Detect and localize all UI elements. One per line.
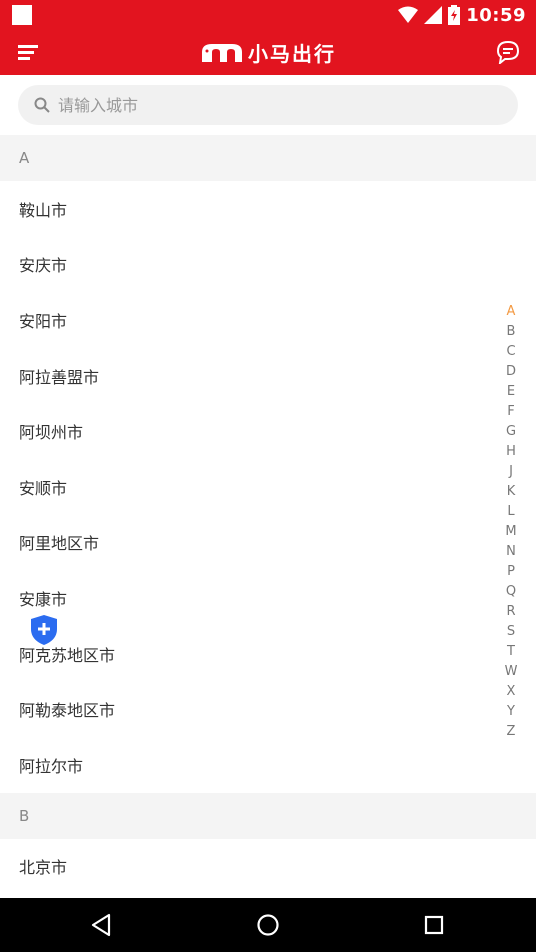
index-letter[interactable]: W <box>505 662 518 682</box>
index-letter[interactable]: X <box>507 682 516 702</box>
list-item[interactable]: 阿克苏地区市 <box>0 625 536 682</box>
list-item[interactable]: 阿拉尔市 <box>0 736 536 793</box>
chat-icon[interactable] <box>496 40 520 64</box>
index-letter[interactable]: Z <box>507 722 516 742</box>
list-item[interactable]: 阿坝州市 <box>0 403 536 459</box>
index-letter[interactable]: J <box>509 462 513 482</box>
index-letter[interactable]: L <box>507 502 514 522</box>
city-list[interactable]: A 鞍山市 安庆市 安阳市 阿拉善盟市 阿坝州市 安顺市 阿里地区市 安康市 阿… <box>0 135 536 898</box>
index-letter[interactable]: H <box>506 442 516 462</box>
home-icon[interactable] <box>254 911 282 939</box>
status-time: 10:59 <box>466 4 526 26</box>
list-item[interactable]: 北京市 <box>0 838 536 895</box>
index-letter[interactable]: E <box>507 382 515 402</box>
menu-icon[interactable] <box>18 42 40 62</box>
battery-icon <box>448 5 461 25</box>
back-icon[interactable] <box>88 911 116 939</box>
index-letter[interactable]: C <box>506 342 515 362</box>
app-bar: 小马出行 <box>0 30 536 75</box>
search-icon <box>34 97 50 113</box>
shield-plus-icon[interactable] <box>30 614 58 646</box>
index-letter[interactable]: P <box>507 562 515 582</box>
recents-icon[interactable] <box>420 911 448 939</box>
index-letter[interactable]: Y <box>507 702 515 722</box>
logo-text: 小马出行 <box>248 42 336 66</box>
list-item[interactable]: 阿勒泰地区市 <box>0 681 536 737</box>
search-box[interactable] <box>18 85 518 125</box>
alphabet-index[interactable]: A B C D E F G H J K L M N P Q R S T W X … <box>504 302 518 742</box>
notification-icon <box>12 5 32 25</box>
index-letter[interactable]: D <box>506 362 516 382</box>
index-letter[interactable]: F <box>507 402 514 422</box>
wifi-icon <box>398 6 419 23</box>
index-letter[interactable]: B <box>507 322 516 342</box>
status-icons: 10:59 <box>398 3 526 27</box>
index-letter[interactable]: Q <box>506 582 516 602</box>
status-bar: 10:59 <box>0 0 536 30</box>
index-letter[interactable]: M <box>505 522 516 542</box>
search-input[interactable] <box>58 95 458 115</box>
section-header-a: A <box>0 135 536 181</box>
cell-signal-icon <box>424 6 443 24</box>
list-item[interactable]: 阿拉善盟市 <box>0 347 536 404</box>
list-item[interactable]: 安庆市 <box>0 236 536 293</box>
index-letter[interactable]: S <box>507 622 515 642</box>
index-letter[interactable]: R <box>506 602 515 622</box>
index-letter[interactable]: T <box>507 642 515 662</box>
search-area <box>0 75 536 135</box>
logo-horse-icon <box>202 43 242 62</box>
index-letter[interactable]: N <box>506 542 516 562</box>
list-item[interactable]: 鞍山市 <box>0 181 536 237</box>
index-letter[interactable]: G <box>506 422 516 442</box>
system-nav-bar <box>0 898 536 952</box>
section-header-b: B <box>0 792 536 839</box>
list-item[interactable]: 安顺市 <box>0 458 536 515</box>
list-item[interactable]: 安阳市 <box>0 292 536 348</box>
list-item[interactable]: 安康市 <box>0 570 536 626</box>
index-letter[interactable]: K <box>507 482 516 502</box>
app-logo: 小马出行 <box>200 38 336 67</box>
index-letter[interactable]: A <box>507 302 516 322</box>
list-item[interactable]: 阿里地区市 <box>0 514 536 571</box>
